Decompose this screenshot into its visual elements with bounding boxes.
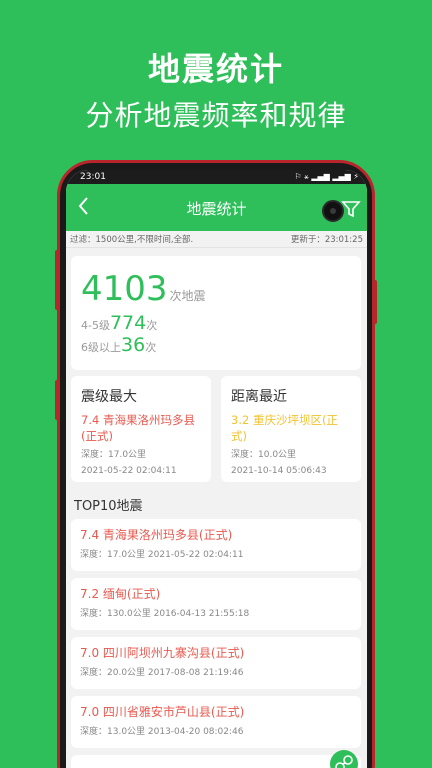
- nearest-card[interactable]: 距离最近 3.2 重庆沙坪坝区(正式) 深度：10.0公里 2021-10-14…: [221, 376, 361, 482]
- nearest-time: 2021-10-14 05:06:43: [231, 466, 327, 476]
- share-button[interactable]: [330, 750, 358, 768]
- status-bar: 23:01 ⚐ ⚹ ▂▄▆ ▂▄▆ ⚡: [66, 170, 367, 184]
- filter-icon[interactable]: [341, 199, 361, 219]
- nearest-place: 3.2 重庆沙坪坝区(正式): [231, 413, 338, 443]
- nearest-heading: 距离最近: [231, 389, 287, 405]
- nearest-depth: 深度：10.0公里: [231, 450, 297, 460]
- list-item[interactable]: 7.4 青海果洛州玛多县(正式) 深度：17.0公里 2021-05-22 02…: [71, 519, 361, 571]
- filter-bar[interactable]: 过滤：1500公里,不限时间,全部. 更新于：23:01:25: [66, 231, 367, 248]
- mid-mag-count: 774: [109, 312, 147, 334]
- list-item-title: 7.2 缅甸(正式): [80, 587, 161, 601]
- max-magnitude-card[interactable]: 震级最大 7.4 青海果洛州玛多县(正式) 深度：17.0公里 2021-05-…: [71, 376, 211, 482]
- status-time: 23:01: [80, 172, 106, 182]
- max-magnitude-depth: 深度：17.0公里: [81, 450, 147, 460]
- updated-time: 更新于：23:01:25: [290, 235, 363, 245]
- app-bar: 地震统计: [66, 184, 367, 231]
- hero-title: 地震统计: [147, 50, 284, 88]
- list-item[interactable]: [71, 755, 361, 768]
- phone-side-button-left-2: [55, 380, 59, 420]
- list-item-title: 7.0 四川省雅安市芦山县(正式): [80, 705, 245, 719]
- list-item-meta: 深度：17.0公里 2021-05-22 02:04:11: [80, 550, 244, 560]
- list-item-title: 7.0 四川阿坝州九寨沟县(正式): [80, 646, 245, 660]
- list-item[interactable]: 7.2 缅甸(正式) 深度：130.0公里 2016-04-13 21:55:1…: [71, 578, 361, 630]
- status-icons: ⚐ ⚹ ▂▄▆ ▂▄▆ ⚡: [294, 172, 359, 181]
- list-item-meta: 深度：13.0公里 2013-04-20 08:02:46: [80, 727, 244, 737]
- high-mag-unit: 次: [145, 341, 157, 354]
- mid-mag-prefix: 4-5级: [81, 319, 110, 332]
- max-magnitude-time: 2021-05-22 02:04:11: [81, 466, 177, 476]
- mid-mag-line: 4-5级774次: [81, 312, 351, 334]
- list-item[interactable]: 7.0 四川省雅安市芦山县(正式) 深度：13.0公里 2013-04-20 0…: [71, 696, 361, 748]
- top10-heading: TOP10地震: [74, 499, 143, 514]
- list-item-meta: 深度：130.0公里 2016-04-13 21:55:18: [80, 609, 250, 619]
- high-mag-count: 36: [121, 334, 146, 356]
- share-icon: [335, 755, 353, 768]
- max-magnitude-place: 7.4 青海果洛州玛多县(正式): [81, 413, 195, 443]
- high-mag-prefix: 6级以上: [81, 341, 121, 354]
- list-item-title: 7.4 青海果洛州玛多县(正式): [80, 528, 233, 542]
- hero-subtitle: 分析地震频率和规律: [85, 99, 347, 132]
- total-unit: 次地震: [169, 289, 206, 303]
- phone-screen: 23:01 ⚐ ⚹ ▂▄▆ ▂▄▆ ⚡ 地震统计 过滤：1500公里,不限时间,…: [66, 170, 367, 768]
- filter-label: 过滤：1500公里,不限时间,全部.: [70, 235, 194, 245]
- max-magnitude-heading: 震级最大: [81, 389, 137, 405]
- list-item[interactable]: 7.0 四川阿坝州九寨沟县(正式) 深度：20.0公里 2017-08-08 2…: [71, 637, 361, 689]
- high-mag-line: 6级以上36次: [81, 334, 351, 356]
- phone-side-button-left: [55, 250, 59, 310]
- list-item-meta: 深度：20.0公里 2017-08-08 21:19:46: [80, 668, 244, 678]
- phone-side-button-right: [373, 280, 377, 324]
- total-count: 4103: [81, 269, 168, 309]
- mid-mag-unit: 次: [146, 319, 158, 332]
- summary-card: 4103 次地震 4-5级774次 6级以上36次: [71, 256, 361, 370]
